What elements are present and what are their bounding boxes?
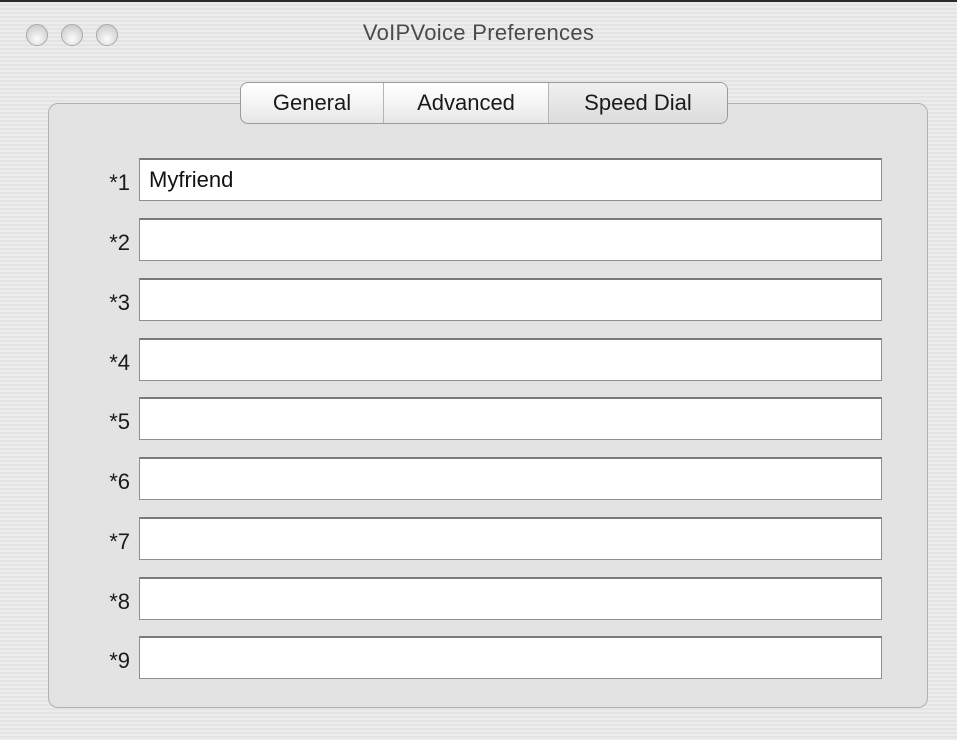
speed-dial-field-2[interactable] [139,218,882,261]
tab-speed-dial[interactable]: Speed Dial [549,83,727,123]
speed-dial-field-5[interactable] [139,397,882,440]
speed-dial-field-1[interactable] [139,158,882,201]
speed-dial-field-9[interactable] [139,636,882,679]
speed-dial-field-4[interactable] [139,338,882,381]
speed-dial-label-2: *2 [109,230,130,255]
speed-dial-field-8[interactable] [139,577,882,620]
tab-bar: General Advanced Speed Dial [240,82,728,124]
title-bar[interactable]: VoIPVoice Preferences [0,2,957,60]
speed-dial-label-5: *5 [109,409,130,434]
speed-dial-label-9: *9 [109,648,130,673]
speed-dial-label-8: *8 [109,589,130,614]
preferences-window: VoIPVoice Preferences General Advanced S… [0,0,957,740]
speed-dial-label-3: *3 [109,290,130,315]
window-title: VoIPVoice Preferences [362,20,595,45]
speed-dial-label-6: *6 [109,469,130,494]
speed-dial-field-3[interactable] [139,278,882,321]
speed-dial-label-4: *4 [109,350,130,375]
speed-dial-field-7[interactable] [139,517,882,560]
speed-dial-label-7: *7 [109,529,130,554]
tab-general[interactable]: General [241,83,384,123]
speed-dial-field-6[interactable] [139,457,882,500]
speed-dial-label-1: *1 [109,170,130,195]
tab-advanced[interactable]: Advanced [384,83,549,123]
